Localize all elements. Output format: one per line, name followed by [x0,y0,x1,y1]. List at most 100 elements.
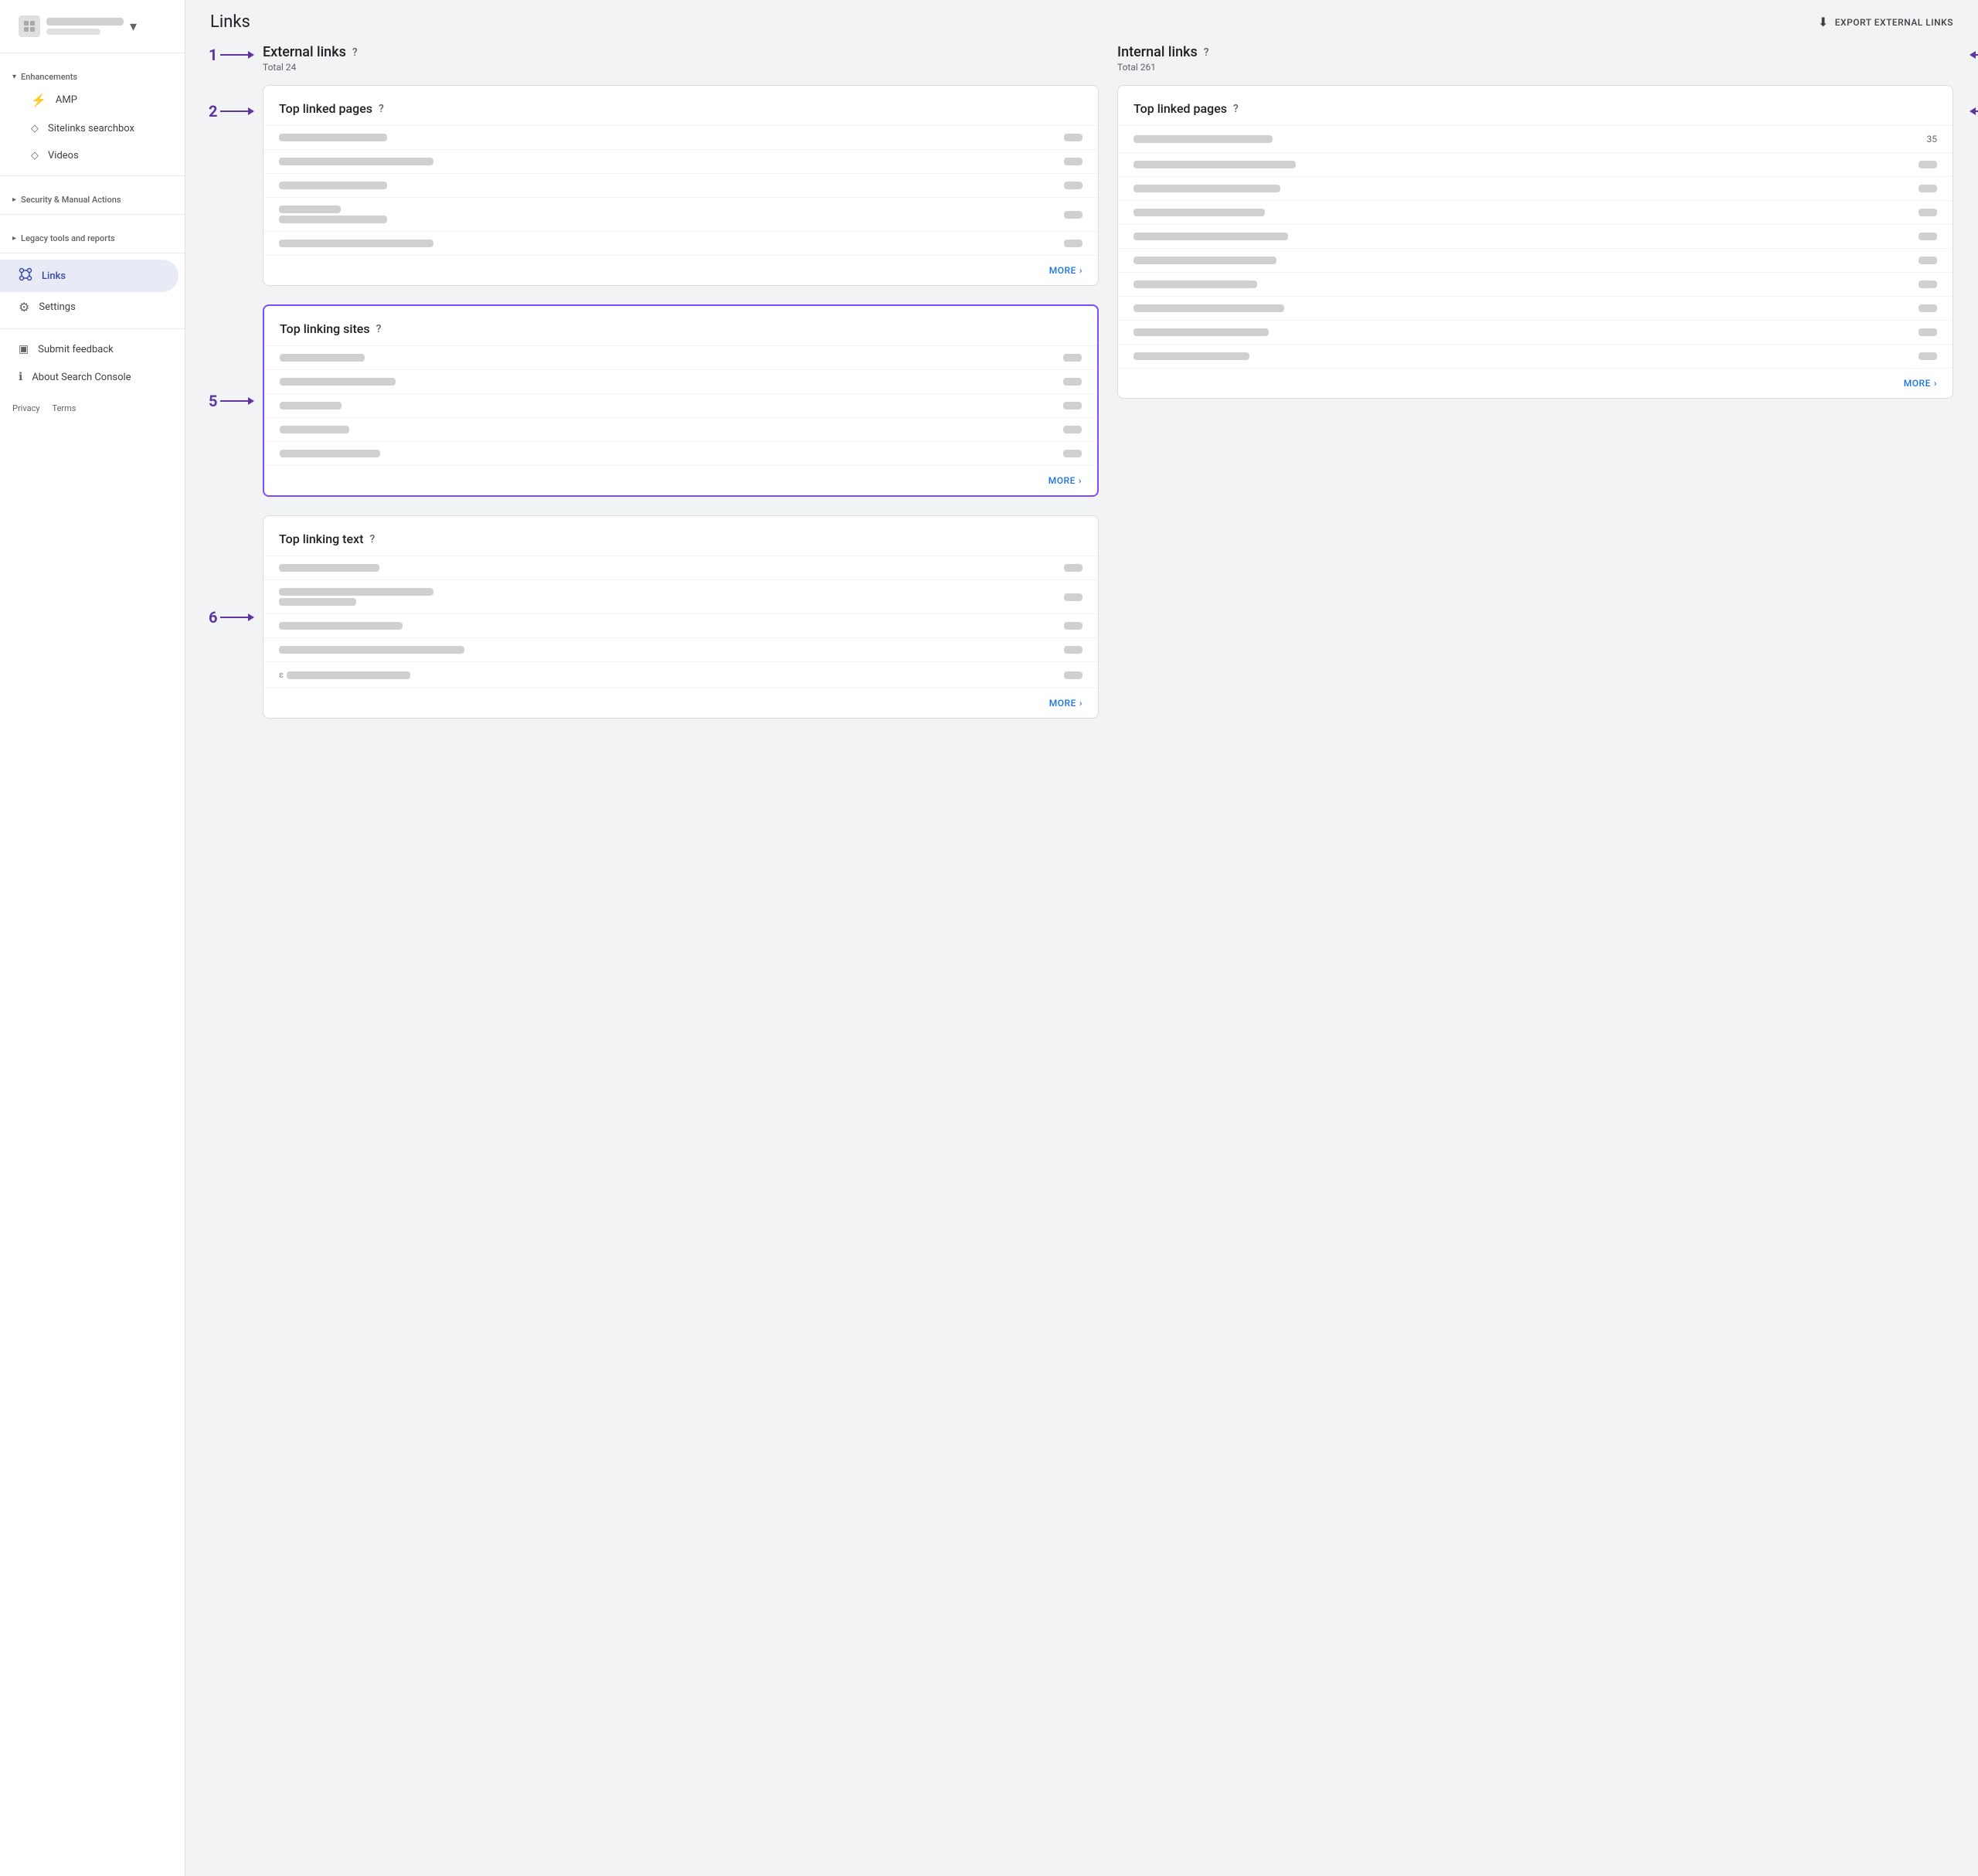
privacy-link[interactable]: Privacy [12,403,40,413]
sidebar-footer: Privacy Terms [0,397,185,420]
left-column: 2 Top linked pages ? [263,85,1099,719]
blurred-count [1064,622,1082,630]
ann-num-1: 1 [209,47,217,63]
blurred-url-2 [279,216,387,223]
enhancements-label: Enhancements [21,72,77,82]
right-column: 4 Top linked pages ? [1117,85,1953,719]
top-linking-sites-card: Top linking sites ? [263,304,1099,497]
table-row [263,637,1098,661]
blurred-text [287,671,410,679]
site-url-blurred [46,18,124,25]
content-relative-wrapper: 1 External links ? Total 24 [263,44,1953,719]
more-chevron-icon-2: › [1079,475,1082,486]
sidebar-item-amp[interactable]: ⚡ AMP [0,85,178,115]
table-row [264,369,1097,393]
blurred-count [1919,304,1937,312]
enhancements-chevron: ▾ [12,73,16,81]
internal-section-header: Internal links ? Total 261 [1117,44,1953,73]
ext-top-linked-title: Top linked pages [279,101,372,116]
top-linking-text-wrapper: 6 Top linking text ? [263,515,1099,719]
sidebar-item-videos[interactable]: ◇ Videos [0,142,178,169]
ext-top-linked-more[interactable]: MORE › [263,255,1098,285]
table-row [264,417,1097,441]
blurred-url [279,134,387,141]
site-info [46,18,124,35]
top-linking-text-card: Top linking text ? [263,515,1099,719]
internal-title: Internal links ? [1117,44,1953,60]
terms-link[interactable]: Terms [53,403,76,413]
table-row [1118,296,1953,320]
blurred-url [1133,304,1284,312]
table-row [1118,248,1953,272]
external-title: External links ? [263,44,1099,60]
top-linking-text-header: Top linking text ? [263,516,1098,556]
blurred-url [280,402,342,410]
sitelinks-icon: ◇ [31,123,39,134]
page-title: Links [210,12,250,32]
blurred-count [1064,211,1082,219]
top-linking-sites-more[interactable]: MORE › [264,465,1097,495]
blurred-count [1064,646,1082,654]
count-35: 35 [1927,134,1938,144]
table-row [263,231,1098,255]
blurred-count [1919,280,1937,288]
top-linking-sites-header: Top linking sites ? [264,306,1097,345]
ext-top-linked-help[interactable]: ? [379,103,384,115]
sidebar-item-feedback[interactable]: ▣ Submit feedback [0,335,178,363]
blurred-url-2 [279,598,356,606]
table-row [1118,224,1953,248]
security-section[interactable]: ▸ Security & Manual Actions [0,182,185,208]
sidebar-nav: ▾ Enhancements ⚡ AMP ◇ Sitelinks searchb… [0,53,185,397]
blurred-count [1063,402,1082,410]
top-linking-sites-wrapper: 5 Top linking sites ? [263,304,1099,497]
more-chevron-icon-3: › [1079,698,1082,709]
internal-help-icon[interactable]: ? [1204,46,1209,59]
blurred-url [279,158,433,165]
enhancements-section[interactable]: ▾ Enhancements [0,59,185,85]
links-icon [19,267,32,284]
internal-total: Total 261 [1117,62,1953,73]
int-top-linked-card: Top linked pages ? 35 [1117,85,1953,399]
table-row [1118,200,1953,224]
about-icon: ℹ [19,371,22,383]
int-top-linked-more[interactable]: MORE › [1118,368,1953,398]
table-row [264,345,1097,369]
table-row [263,149,1098,173]
sidebar-item-links[interactable]: Links [0,260,178,292]
blurred-count [1064,593,1082,601]
divider-4 [0,328,185,329]
table-row [263,173,1098,197]
external-section-header: External links ? Total 24 [263,44,1099,73]
top-linking-text-help[interactable]: ? [369,533,375,545]
sidebar-item-settings[interactable]: ⚙ Settings [0,292,178,322]
site-selector-chevron: ▾ [130,19,137,35]
export-button[interactable]: ⬇ EXPORT EXTERNAL LINKS [1818,15,1953,29]
legacy-section[interactable]: ▸ Legacy tools and reports [0,221,185,246]
blurred-count [1064,671,1082,679]
annotation-1: 1 [209,47,254,63]
blurred-url [1133,185,1280,192]
top-linking-sites-help[interactable]: ? [376,323,382,335]
blurred-count [1063,378,1082,386]
sidebar-item-about[interactable]: ℹ About Search Console [0,363,178,391]
top-linking-text-more[interactable]: MORE › [263,688,1098,718]
site-selector[interactable]: ▾ [12,9,172,43]
external-help-icon[interactable]: ? [352,46,358,59]
blurred-count [1064,158,1082,165]
export-icon: ⬇ [1818,15,1829,29]
blurred-count [1063,450,1082,457]
table-row [263,556,1098,579]
sidebar-item-sitelinks[interactable]: ◇ Sitelinks searchbox [0,115,178,142]
ext-top-linked-card: Top linked pages ? [263,85,1099,286]
int-top-linked-title: Top linked pages [1133,101,1227,116]
blurred-count [1064,240,1082,247]
videos-label: Videos [48,150,79,161]
ext-top-linked-header: Top linked pages ? [263,86,1098,125]
blurred-url [1133,352,1249,360]
blurred-count [1064,182,1082,189]
blurred-count [1919,185,1937,192]
export-label: EXPORT EXTERNAL LINKS [1835,17,1953,28]
annotation-2: 2 [209,104,254,119]
int-top-linked-help[interactable]: ? [1233,103,1239,115]
sidebar: ▾ ▾ Enhancements ⚡ AMP ◇ Sitelinks searc… [0,0,185,1876]
